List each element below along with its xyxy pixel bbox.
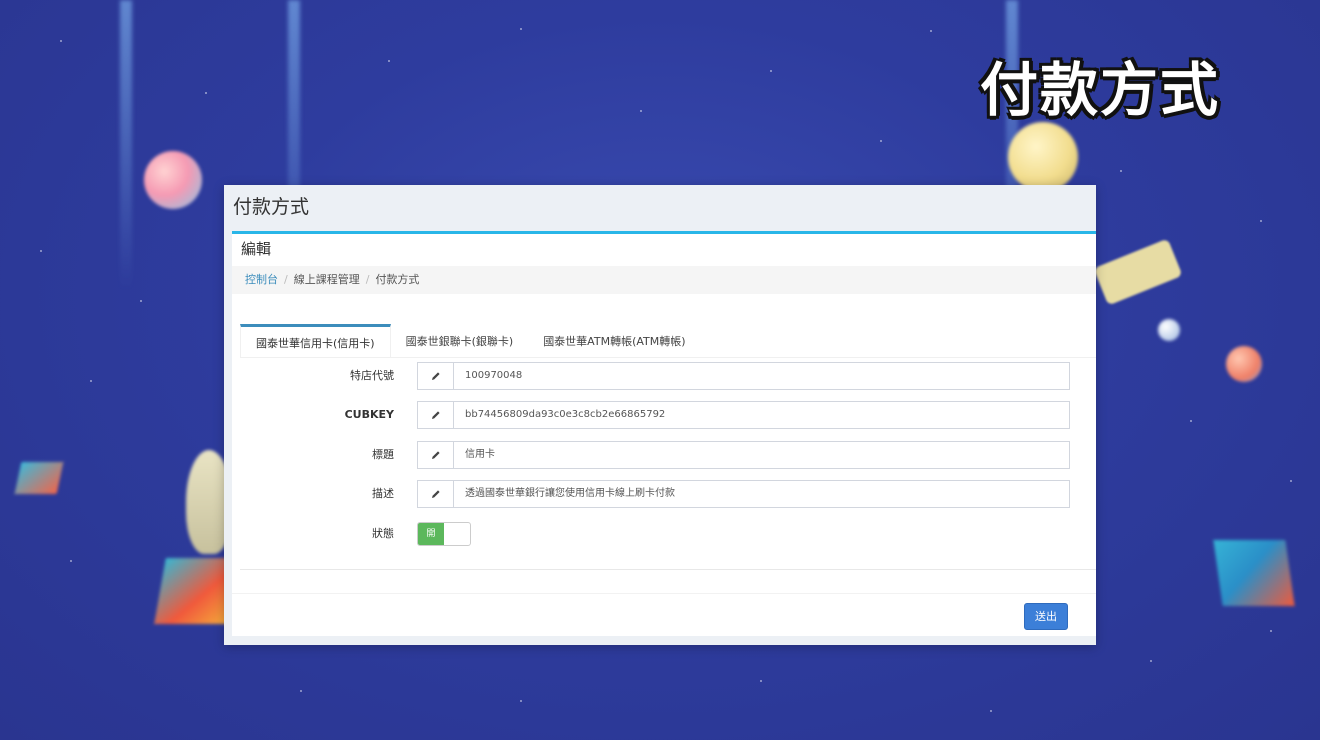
- form-row-description: 描述 透過國泰世華銀行讓您使用信用卡線上刷卡付款: [232, 480, 1096, 508]
- store-code-label: 特店代號: [350, 369, 394, 382]
- star-decoration: [205, 92, 207, 94]
- cubkey-field[interactable]: bb74456809da93c0e3c8cb2e66865792: [417, 401, 1070, 429]
- box-title: 編輯: [241, 241, 272, 258]
- status-toggle[interactable]: 開: [417, 522, 471, 546]
- edit-box: 編輯 控制台 / 線上課程管理 / 付款方式 國泰世華信用卡(信用卡) 國泰世銀聯卡(銀…: [232, 231, 1096, 636]
- star-decoration: [70, 560, 72, 562]
- cubkey-input[interactable]: bb74456809da93c0e3c8cb2e66865792: [454, 402, 1069, 428]
- breadcrumb-current: 付款方式: [375, 273, 420, 286]
- cubkey-label: CUBKEY: [344, 408, 394, 421]
- star-decoration: [880, 140, 882, 142]
- planet-decoration: [1158, 319, 1180, 341]
- payment-tabs: 國泰世華信用卡(信用卡) 國泰世銀聯卡(銀聯卡) 國泰世華ATM轉帳(ATM轉帳…: [240, 324, 1096, 358]
- store-code-input[interactable]: 100970048: [454, 363, 1069, 389]
- star-decoration: [1270, 630, 1272, 632]
- tab-credit-card[interactable]: 國泰世華信用卡(信用卡): [240, 324, 391, 357]
- star-decoration: [1150, 660, 1152, 662]
- title-field[interactable]: 信用卡: [417, 441, 1070, 469]
- banner-title: 付款方式: [980, 56, 1221, 124]
- breadcrumb-online-course[interactable]: 線上課程管理: [294, 273, 360, 286]
- star-decoration: [90, 380, 92, 382]
- tab-unionpay[interactable]: 國泰世銀聯卡(銀聯卡): [391, 324, 529, 357]
- tab-atm-transfer[interactable]: 國泰世華ATM轉帳(ATM轉帳): [528, 324, 700, 357]
- shape-decoration: [1213, 540, 1295, 606]
- light-beam: [120, 0, 132, 290]
- status-label: 狀態: [372, 527, 394, 540]
- payment-method-panel: 付款方式 編輯 控制台 / 線上課程管理 / 付款方式 國泰世華信用卡(信用卡) 國泰世…: [224, 185, 1096, 645]
- star-decoration: [1260, 220, 1262, 222]
- divider: [240, 569, 1096, 570]
- star-decoration: [1120, 170, 1122, 172]
- shape-decoration: [1093, 238, 1183, 306]
- description-field[interactable]: 透過國泰世華銀行讓您使用信用卡線上刷卡付款: [417, 480, 1070, 508]
- star-decoration: [930, 30, 932, 32]
- description-input[interactable]: 透過國泰世華銀行讓您使用信用卡線上刷卡付款: [454, 481, 1069, 507]
- breadcrumb-dashboard-link[interactable]: 控制台: [245, 273, 278, 286]
- star-decoration: [140, 300, 142, 302]
- title-label: 標題: [372, 448, 394, 461]
- breadcrumb: 控制台 / 線上課程管理 / 付款方式: [232, 266, 1096, 294]
- shape-decoration: [14, 462, 64, 494]
- star-decoration: [388, 60, 390, 62]
- submit-button[interactable]: 送出: [1024, 603, 1068, 630]
- star-decoration: [640, 110, 642, 112]
- star-decoration: [1290, 480, 1292, 482]
- planet-decoration: [144, 151, 202, 209]
- star-decoration: [1190, 420, 1192, 422]
- star-decoration: [60, 40, 62, 42]
- star-decoration: [520, 28, 522, 30]
- planet-decoration: [1226, 346, 1262, 382]
- pencil-icon: [418, 481, 454, 507]
- footer-divider: [232, 593, 1096, 594]
- pencil-icon: [418, 442, 454, 468]
- pencil-icon: [418, 402, 454, 428]
- form-row-status: 狀態 開: [232, 520, 1096, 548]
- form-row-store-code: 特店代號 100970048: [232, 362, 1096, 390]
- store-code-field[interactable]: 100970048: [417, 362, 1070, 390]
- star-decoration: [760, 680, 762, 682]
- star-decoration: [40, 250, 42, 252]
- form-row-title: 標題 信用卡: [232, 441, 1096, 469]
- star-decoration: [770, 70, 772, 72]
- description-label: 描述: [372, 487, 394, 500]
- page-title: 付款方式: [233, 197, 310, 218]
- form-row-cubkey: CUBKEY bb74456809da93c0e3c8cb2e66865792: [232, 401, 1096, 429]
- star-decoration: [990, 710, 992, 712]
- star-decoration: [300, 690, 302, 692]
- toggle-on-label: 開: [418, 523, 444, 545]
- star-decoration: [520, 700, 522, 702]
- title-input[interactable]: 信用卡: [454, 442, 1069, 468]
- pencil-icon: [418, 363, 454, 389]
- planet-decoration: [1008, 122, 1078, 192]
